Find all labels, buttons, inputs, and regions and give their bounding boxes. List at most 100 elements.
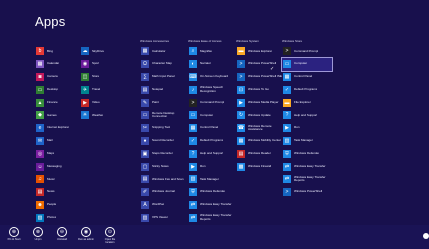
- app-label: Mail: [47, 139, 53, 143]
- app-tile[interactable]: ▭ Desktop: [35, 83, 81, 96]
- app-tile[interactable]: ◉ Sport: [80, 58, 126, 71]
- app-tile[interactable]: ◫ Store: [80, 71, 126, 84]
- app-tile[interactable]: A WordPad: [140, 199, 186, 212]
- app-tile[interactable]: ☎ Windows Remote Assistance: [236, 122, 282, 135]
- app-tile[interactable]: ▦ Control Panel: [188, 122, 234, 135]
- app-tile[interactable]: ⇄ Windows Easy Transfer Reports: [188, 211, 234, 224]
- app-label: Windows Explorer: [248, 49, 273, 53]
- app-label: Character Map: [152, 62, 172, 66]
- app-tile[interactable]: ▬ File Explorer: [282, 96, 328, 109]
- app-tile[interactable]: ▶ Video: [80, 96, 126, 109]
- app-tile[interactable]: ▩ Windows Firewall: [236, 160, 282, 173]
- app-icon: >: [189, 98, 197, 107]
- app-tile[interactable]: ▦ Calendar: [35, 58, 81, 71]
- app-tile[interactable]: ✎ Paint: [140, 96, 186, 109]
- app-icon: ▤: [141, 175, 149, 184]
- app-tile[interactable]: Ω Character Map: [140, 58, 186, 71]
- app-bar-button[interactable]: ⊙ Open file location: [100, 225, 120, 244]
- app-icon: ⛨: [283, 149, 291, 158]
- app-tile[interactable]: ▨ Photos: [35, 211, 81, 224]
- app-tile[interactable]: ✐ Windows Journal: [140, 186, 186, 199]
- app-tile[interactable]: ▬ Windows Explorer: [236, 45, 282, 58]
- app-label: Steps Recorder: [152, 152, 173, 156]
- app-tile[interactable]: ◙ Camera: [35, 71, 81, 84]
- app-tile[interactable]: ∑ Math Input Panel: [140, 71, 186, 84]
- app-tile[interactable]: ▭ Computer: [281, 56, 333, 72]
- app-label: Finance: [47, 100, 58, 104]
- app-tile[interactable]: ? Help and Support: [188, 147, 234, 160]
- app-label: Notepad: [152, 88, 164, 92]
- app-tile[interactable]: > Windows PowerShell: [282, 186, 328, 199]
- app-tile[interactable]: ▣ Steps Recorder: [140, 147, 186, 160]
- app-icon: ☎: [237, 124, 245, 133]
- app-tile[interactable]: ▭ Remote Desktop Connection: [140, 109, 186, 122]
- app-label: SkyDrive: [92, 49, 105, 53]
- app-bar-button[interactable]: ⊖ Uninstall: [52, 225, 72, 241]
- app-label: WordPad: [152, 203, 165, 207]
- app-tile[interactable]: ✉ Mail: [35, 135, 81, 148]
- app-tile[interactable]: ◆ Games: [35, 109, 81, 122]
- app-tile[interactable]: ☀ Weather: [80, 109, 126, 122]
- app-label: Paint: [152, 100, 159, 104]
- app-tile[interactable]: ⇄ Windows Easy Transfer: [188, 199, 234, 212]
- app-icon: ⊡: [237, 85, 245, 94]
- app-tile[interactable]: ▤ News: [35, 186, 81, 199]
- app-tile[interactable]: ☻ People: [35, 199, 81, 212]
- app-tile[interactable]: ▲ Finance: [35, 96, 81, 109]
- scroll-thumb[interactable]: [423, 233, 429, 239]
- app-tile[interactable]: ◎ Maps: [35, 147, 81, 160]
- app-tile[interactable]: ✂ Snipping Tool: [140, 122, 186, 135]
- app-tile[interactable]: ▭ Computer: [188, 109, 234, 122]
- app-tile[interactable]: ⛨ Windows Defender: [282, 147, 328, 160]
- app-tile[interactable]: > Command Prompt: [188, 96, 234, 109]
- app-icon: ⇄: [283, 162, 291, 171]
- app-tile[interactable]: ✈ Travel: [80, 83, 126, 96]
- app-tile[interactable]: ▤ Windows Reader: [236, 147, 282, 160]
- app-label: Windows Media Player: [248, 100, 279, 104]
- app-tile[interactable]: b Bing: [35, 45, 81, 58]
- app-tile[interactable]: ? Help and Support: [282, 109, 328, 122]
- app-tile[interactable]: ☁ SkyDrive: [80, 45, 126, 58]
- app-tile[interactable]: ☺ Messaging: [35, 160, 81, 173]
- app-icon: ◐: [189, 60, 197, 69]
- app-tile[interactable]: ▦ Windows Mobility Center: [236, 135, 282, 148]
- app-tile[interactable]: ▤ Notepad: [140, 83, 186, 96]
- app-bar-button[interactable]: ⊕ Pin to Start: [4, 225, 24, 241]
- app-tile[interactable]: ⇄ Windows Easy Transfer Reports: [282, 173, 328, 186]
- app-icon: ▤: [141, 85, 149, 94]
- app-tile[interactable]: ▶ Run: [188, 160, 234, 173]
- app-tile[interactable]: > Windows PowerShell ISE: [236, 71, 282, 84]
- app-tile[interactable]: ▶ Windows Media Player: [236, 96, 282, 109]
- app-tile[interactable]: ⊡ Windows To Go: [236, 83, 282, 96]
- app-icon: >: [237, 60, 245, 69]
- app-tile[interactable]: ▦ Control Panel: [282, 71, 328, 84]
- app-tile[interactable]: e Internet Explorer: [35, 122, 81, 135]
- app-tile[interactable]: ⌨ On-Screen Keyboard: [188, 71, 234, 84]
- app-tile[interactable]: ▦ Calculator: [140, 45, 186, 58]
- app-icon: ✓: [283, 85, 291, 94]
- app-tile[interactable]: ● Sound Recorder: [140, 135, 186, 148]
- app-label: XPS Viewer: [152, 216, 168, 220]
- app-tile[interactable]: ▤ Windows Fax and Scan: [140, 173, 186, 186]
- app-tile[interactable]: > Windows PowerShell: [236, 58, 282, 71]
- app-tile[interactable]: ◐ Narrator: [188, 58, 234, 71]
- app-tile[interactable]: ↻ Windows Update: [236, 109, 282, 122]
- app-bar-button[interactable]: ⊗ Unpin: [28, 225, 48, 241]
- app-tile[interactable]: ▥ Task Manager: [282, 135, 328, 148]
- group-header: Windows System: [236, 39, 260, 43]
- app-tile[interactable]: ⌕ Magnifier: [188, 45, 234, 58]
- app-tile[interactable]: ▥ Task Manager: [188, 173, 234, 186]
- app-tile[interactable]: ▶ Run: [282, 122, 328, 135]
- app-tile[interactable]: > Command Prompt: [282, 45, 328, 58]
- app-icon: ◉: [81, 60, 89, 69]
- app-bar-button[interactable]: ◉ Run as admin: [76, 225, 96, 241]
- app-tile[interactable]: ♫ Music: [35, 173, 81, 186]
- app-tile[interactable]: ✓ Default Programs: [188, 135, 234, 148]
- app-tile[interactable]: ⛨ Windows Defender: [188, 186, 234, 199]
- app-tile[interactable]: ⇄ Windows Easy Transfer: [282, 160, 328, 173]
- app-tile[interactable]: ▢ Sticky Notes: [140, 160, 186, 173]
- app-tile[interactable]: ✓ Default Programs: [282, 83, 328, 96]
- app-column-1: b Bing ▦ Calendar ◙ Camera ▭ Desktop ▲ Finance ◆ Ga…: [35, 37, 81, 224]
- app-tile[interactable]: ▥ XPS Viewer: [140, 211, 186, 224]
- app-tile[interactable]: ♪ Windows Speech Recognition: [188, 83, 234, 96]
